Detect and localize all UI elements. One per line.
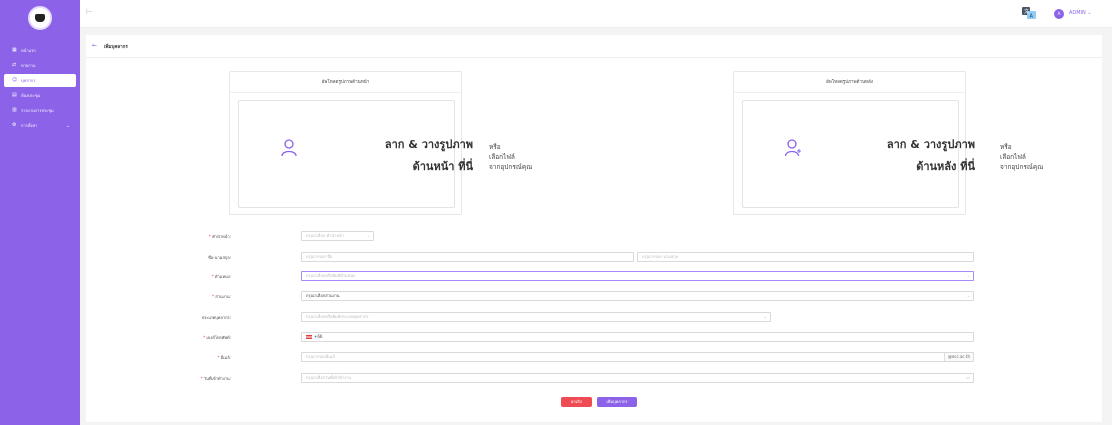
thai-flag-icon[interactable]	[306, 335, 312, 339]
email-label: * อีเมล์:	[217, 355, 232, 360]
sidebar-item-home[interactable]: ▦ หน้าแรก	[0, 44, 80, 57]
gear-icon: ⚙	[12, 122, 17, 128]
grid-icon: ▦	[12, 47, 17, 53]
personnel-type-label: ประเภทบุคลากร:	[201, 315, 231, 320]
email-domain-suffix: @ecc.ac.th	[943, 353, 973, 361]
translate-icon[interactable]: 文 A	[1022, 7, 1036, 19]
calendar-icon: ▭	[966, 375, 970, 380]
phone-country-code: +66	[314, 334, 323, 339]
back-drop-line1: ลาก & วางรูปภาพ	[886, 138, 975, 151]
chevron-down-icon: ⌄	[366, 233, 370, 238]
sidebar-item-label: การตั้งค่า	[21, 123, 38, 128]
back-drop-text: ลาก & วางรูปภาพ ด้านหลัง ที่นี่	[863, 134, 975, 178]
email-input[interactable]: กรุณากรอกอีเมล์ @ecc.ac.th	[301, 352, 974, 362]
start-date-label: * วันที่เข้าทำงาน:	[200, 376, 231, 381]
prefix-select[interactable]: กรุณาเลือก คำนำหน้า ⌄	[301, 231, 374, 241]
divider	[734, 92, 965, 93]
or-label: หรือ	[1000, 143, 1012, 151]
department-select[interactable]: กรุณาเลือกส่วนงาน ⌄	[301, 291, 974, 301]
back-or-text: หรือ เลือกไฟล์ จากอุปกรณ์คุณ	[1000, 142, 1043, 172]
phone-input[interactable]: +66	[301, 332, 974, 342]
chevron-down-icon: ⌄	[966, 293, 970, 298]
page-title: เพิ่มบุคลากร	[104, 45, 128, 50]
back-drop-line2: ด้านหลัง ที่นี่	[916, 160, 975, 173]
department-label: * ส่วนงาน:	[212, 294, 231, 299]
logo	[28, 6, 52, 30]
divider	[230, 92, 461, 93]
sidebar-item-meeting-room[interactable]: ▤ ห้องประชุม	[0, 89, 80, 102]
user-icon	[281, 139, 297, 157]
position-label: * ตำแหน่ง:	[211, 274, 231, 279]
from-device-label: จากอุปกรณ์คุณ	[1000, 163, 1044, 171]
chevron-down-icon: ⌄	[65, 122, 70, 129]
sidebar-item-meeting-report[interactable]: ▥ รายงานการประชุม	[0, 104, 80, 117]
table-icon: ▥	[12, 107, 17, 113]
personnel-type-select[interactable]: กรุณาเลือกหรือพิมพ์ประเภทบุคลากร ⌄	[301, 312, 771, 322]
sidebar-item-personnel[interactable]: ☺ บุคลากร	[4, 74, 76, 87]
chevron-down-icon: ⌄	[1087, 10, 1092, 16]
back-arrow-icon[interactable]: ←	[92, 42, 97, 49]
sidebar-item-label: รายงานการประชุม	[21, 108, 54, 113]
or-label: หรือ	[489, 143, 501, 151]
divider	[86, 57, 1102, 58]
sidebar-item-swap[interactable]: ⇄ ทายกาม	[0, 59, 80, 72]
name-label: ชื่อ-นามสกุล:	[208, 255, 231, 260]
add-personnel-button[interactable]: เพิ่มบุคลากร	[597, 397, 637, 407]
from-device-label: จากอุปกรณ์คุณ	[489, 163, 533, 171]
user-menu[interactable]: ADMIN ⌄	[1069, 10, 1092, 16]
front-or-text: หรือ เลือกไฟล์ จากอุปกรณ์คุณ	[489, 142, 532, 172]
sidebar-item-label: หน้าแรก	[21, 48, 36, 53]
sidebar: ▦ หน้าแรก ⇄ ทายกาม ☺ บุคลากร ▤ ห้องประชุ…	[0, 0, 80, 425]
avatar[interactable]: A	[1054, 9, 1064, 19]
top-bar: ⊢ 文 A A ADMIN ⌄	[80, 0, 1112, 28]
front-drop-text: ลาก & วางรูปภาพ ด้านหน้า ที่นี่	[368, 134, 473, 178]
upload-back-title: อัพโหลดรูปภาพด้านหลัง	[826, 80, 873, 85]
sidebar-item-label: ห้องประชุม	[21, 93, 41, 98]
sidebar-item-label: บุคลากร	[21, 78, 36, 83]
phone-label: * เบอร์โทรศัพท์:	[203, 335, 231, 340]
front-drop-line2: ด้านหน้า ที่นี่	[412, 160, 473, 173]
people-icon: ☺	[12, 77, 18, 83]
list-icon: ▤	[12, 92, 17, 98]
collapse-sidebar-icon[interactable]: ⊢	[86, 7, 96, 17]
upload-front-title: อัพโหลดรูปภาพด้านหน้า	[321, 80, 370, 85]
svg-text:文: 文	[1024, 8, 1029, 15]
first-name-input[interactable]: กรุณากรอก ชื่อ	[301, 252, 634, 262]
swap-icon: ⇄	[12, 62, 17, 68]
choose-file-link[interactable]: เลือกไฟล์	[1000, 152, 1043, 162]
last-name-input[interactable]: กรุณากรอก นามสกุล	[637, 252, 974, 262]
cancel-button[interactable]: ยกเลิก	[561, 397, 592, 407]
start-date-picker[interactable]: กรุณาเลือกวันที่เข้าทำงาน ▭	[301, 373, 974, 383]
user-add-icon	[785, 139, 801, 157]
svg-text:A: A	[1030, 14, 1034, 20]
chevron-down-icon: ⌄	[966, 273, 970, 278]
admin-label: ADMIN	[1069, 10, 1086, 16]
sidebar-item-label: ทายกาม	[21, 63, 36, 68]
front-drop-line1: ลาก & วางรูปภาพ	[384, 138, 473, 151]
choose-file-link[interactable]: เลือกไฟล์	[489, 152, 532, 162]
sidebar-item-settings[interactable]: ⚙ การตั้งค่า ⌄	[0, 119, 80, 132]
position-select[interactable]: กรุณาเลือกหรือพิมพ์ตำแหน่ง ⌄	[301, 271, 974, 281]
sidebar-nav: ▦ หน้าแรก ⇄ ทายกาม ☺ บุคลากร ▤ ห้องประชุ…	[0, 44, 80, 134]
prefix-label: * คำนำหน้า:	[208, 234, 231, 239]
chevron-down-icon: ⌄	[763, 314, 767, 319]
